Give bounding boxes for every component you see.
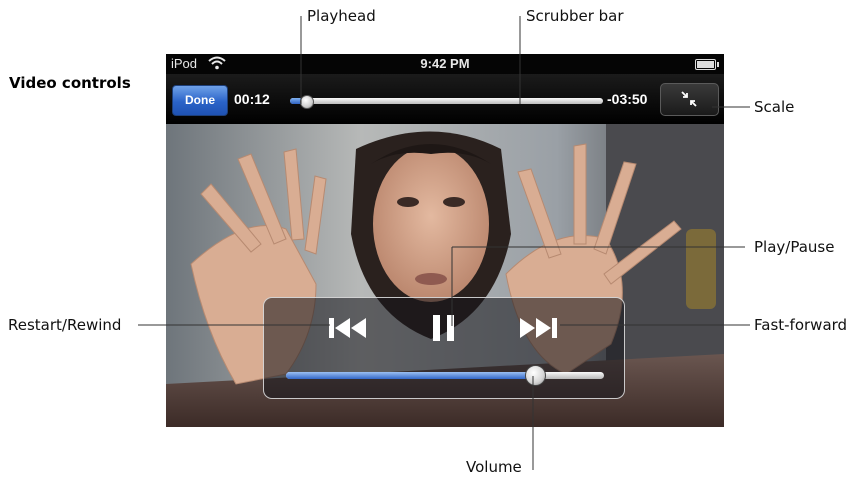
callout-playhead: Playhead — [307, 7, 376, 25]
callout-play-pause: Play/Pause — [754, 238, 835, 256]
callout-leaders — [138, 16, 750, 470]
callout-scrubber-bar: Scrubber bar — [526, 7, 624, 25]
callout-volume: Volume — [466, 458, 522, 476]
callout-scale: Scale — [754, 98, 795, 116]
callout-fast-forward: Fast-forward — [754, 316, 848, 334]
callout-restart-rewind: Restart/Rewind — [8, 316, 122, 334]
